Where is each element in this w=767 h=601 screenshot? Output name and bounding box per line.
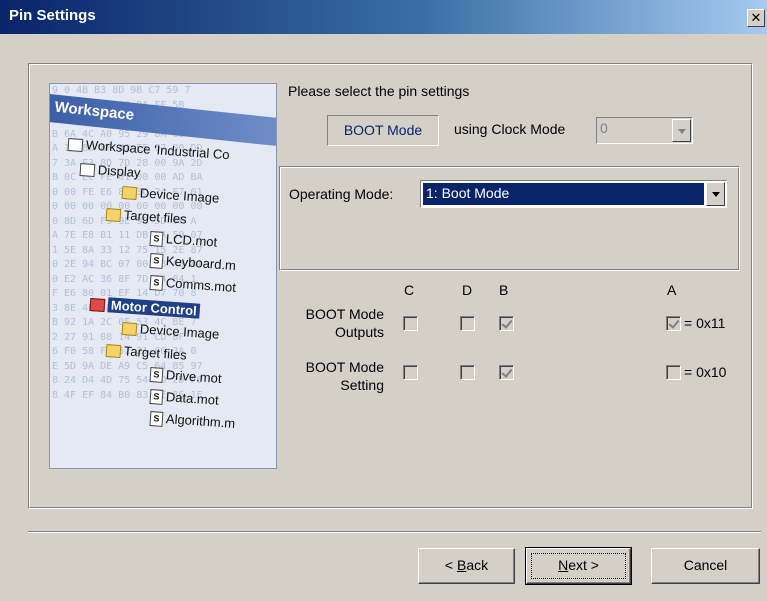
workspace-tree: Workspace 'Industrial Co Display Device …	[50, 84, 276, 468]
pin-header-c: C	[404, 282, 415, 298]
setting-c-checkbox	[403, 365, 418, 380]
tree-node-file: S Data.mot	[149, 388, 219, 409]
close-button[interactable]: ✕	[747, 9, 765, 27]
back-button[interactable]: < Back	[418, 548, 515, 584]
boot-outputs-label: BOOT Mode Outputs	[305, 306, 384, 340]
file-icon: S	[149, 411, 164, 427]
operating-mode-select[interactable]: 1: Boot Mode	[420, 180, 727, 208]
project-icon	[79, 163, 96, 178]
tree-node-file: S Comms.mot	[149, 274, 236, 296]
setting-d-checkbox	[460, 365, 475, 380]
button-separator	[28, 531, 761, 533]
outputs-c-checkbox	[403, 316, 418, 331]
boot-setting-label: BOOT Mode Setting	[305, 359, 384, 393]
tree-node-file: S LCD.mot	[149, 230, 218, 251]
instruction-text: Please select the pin settings	[288, 83, 470, 99]
pin-header-b: B	[499, 282, 509, 298]
tree-node-workspace: Workspace 'Industrial Co	[67, 136, 230, 162]
workspace-illustration: 9 0 4B B3 8D 9B C7 59 78 AE 54 B1 48 DA …	[49, 83, 277, 469]
clock-mode-value: 0	[600, 120, 608, 136]
cancel-button[interactable]: Cancel	[651, 548, 760, 584]
folder-icon	[105, 344, 122, 359]
tree-node-display: Display	[79, 161, 141, 180]
boot-mode-indicator: BOOT Mode	[327, 115, 439, 146]
file-icon: S	[149, 253, 164, 269]
tree-node-file: S Keyboard.m	[149, 252, 236, 274]
chevron-down-icon	[672, 119, 691, 142]
tree-node-target-files: Target files	[105, 206, 187, 227]
file-icon: S	[149, 389, 164, 405]
folder-icon	[105, 208, 122, 223]
project-icon	[89, 298, 106, 313]
tree-node-file: S Algorithm.m	[149, 410, 236, 432]
pin-header-d: D	[462, 282, 473, 298]
folder-icon	[121, 186, 138, 201]
clock-mode-label: using Clock Mode	[454, 121, 566, 137]
outputs-hex-value: = 0x11	[684, 315, 726, 331]
file-icon: S	[149, 231, 164, 247]
chevron-down-icon[interactable]	[706, 182, 725, 206]
tree-node-motor-control: Motor Control	[89, 296, 201, 319]
setting-hex-value: = 0x10	[684, 364, 727, 380]
tree-node-target-files: Target files	[105, 342, 187, 363]
tree-node-file: S Drive.mot	[149, 366, 222, 387]
folder-icon	[121, 322, 138, 337]
next-button[interactable]: Next >	[525, 547, 632, 585]
clock-mode-select: 0	[596, 117, 693, 144]
outputs-d-checkbox	[460, 316, 475, 331]
operating-mode-value: 1: Boot Mode	[423, 183, 704, 205]
window-title: Pin Settings	[9, 7, 96, 24]
tree-node-device-image: Device Image	[121, 320, 220, 342]
outputs-b-checkbox	[499, 316, 514, 331]
tree-node-device-image: Device Image	[121, 184, 220, 206]
outputs-a-checkbox	[666, 316, 681, 331]
pin-header-a: A	[667, 282, 677, 298]
title-bar: Pin Settings ✕	[0, 0, 767, 34]
file-icon: S	[149, 275, 164, 291]
setting-b-checkbox	[499, 365, 514, 380]
setting-a-checkbox	[666, 365, 681, 380]
project-icon	[67, 138, 84, 153]
file-icon: S	[149, 367, 164, 383]
operating-mode-label: Operating Mode:	[289, 186, 394, 202]
close-icon: ✕	[750, 10, 762, 25]
